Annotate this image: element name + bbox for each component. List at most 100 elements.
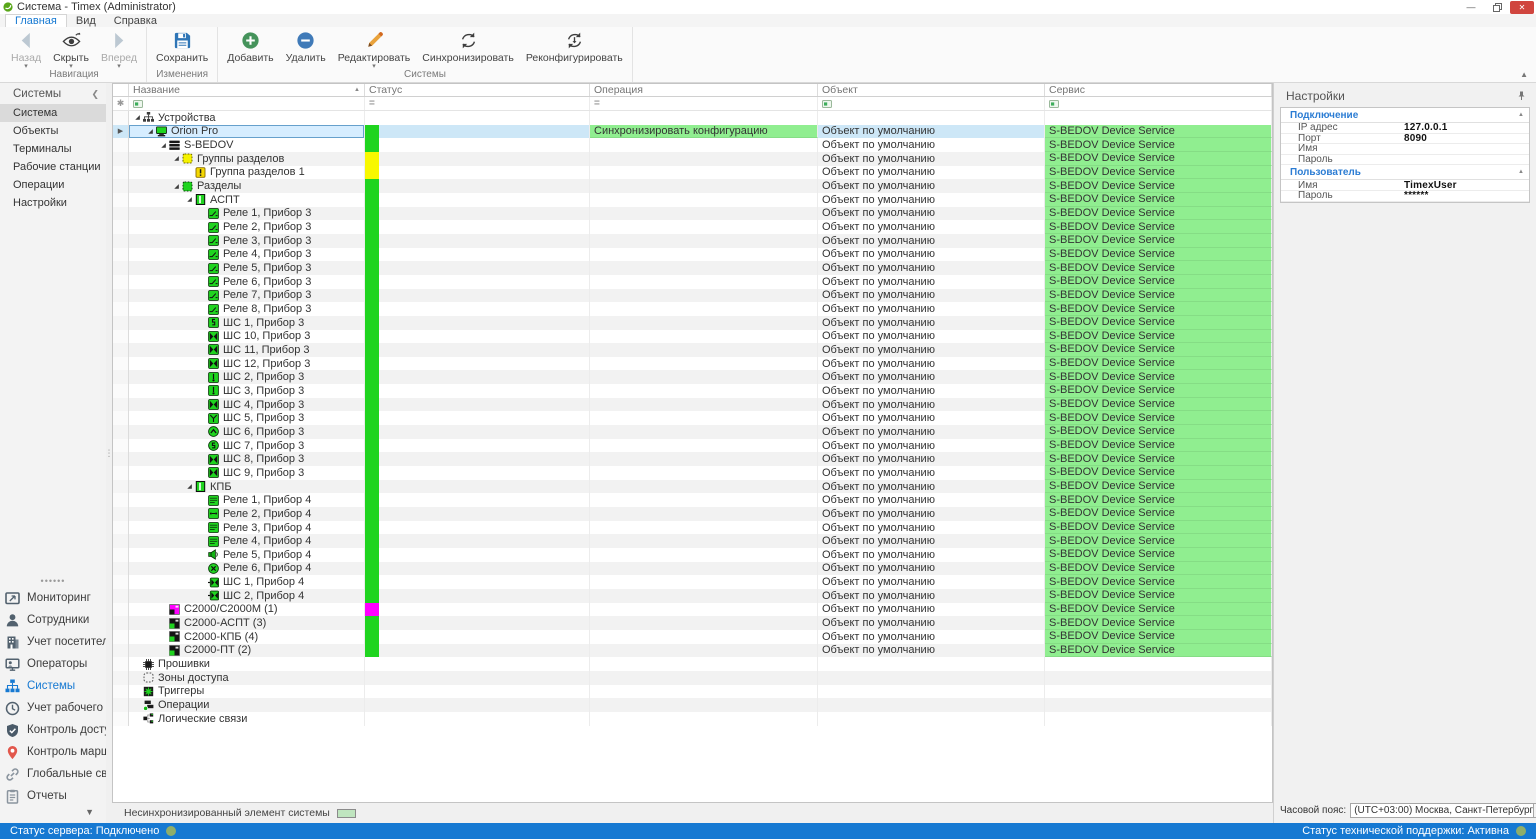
table-row[interactable]: ◢Группы разделовОбъект по умолчаниюS-BED… [113,152,1272,166]
back-button[interactable]: Назад▾ [5,27,47,69]
column-header[interactable]: Название▲ [129,84,365,96]
table-row[interactable]: Реле 3, Прибор 3Объект по умолчаниюS-BED… [113,234,1272,248]
expander-icon[interactable]: ◢ [184,483,195,490]
nav-item-reports[interactable]: Отчеты [0,785,106,807]
table-row[interactable]: ◢РазделыОбъект по умолчаниюS-BEDOV Devic… [113,179,1272,193]
add-button[interactable]: Добавить [221,27,279,64]
table-row[interactable]: ◢КПБОбъект по умолчаниюS-BEDOV Device Se… [113,480,1272,494]
table-row[interactable]: Реле 5, Прибор 4Объект по умолчаниюS-BED… [113,548,1272,562]
table-row[interactable]: ШС 11, Прибор 3Объект по умолчаниюS-BEDO… [113,343,1272,357]
table-row[interactable]: ▶◢Orion ProСинхронизировать конфигурацию… [113,125,1272,139]
filter-cell[interactable]: = [590,97,818,110]
table-row[interactable]: Реле 5, Прибор 3Объект по умолчаниюS-BED… [113,261,1272,275]
table-row[interactable]: Реле 4, Прибор 3Объект по умолчаниюS-BED… [113,248,1272,262]
column-header[interactable]: Статус [365,84,590,96]
expander-icon[interactable]: ◢ [158,142,169,149]
table-row[interactable]: С2000/С2000М (1)Объект по умолчаниюS-BED… [113,603,1272,617]
table-row[interactable]: Реле 2, Прибор 4Объект по умолчаниюS-BED… [113,507,1272,521]
table-row[interactable]: С2000-ПТ (2)Объект по умолчаниюS-BEDOV D… [113,644,1272,658]
sidebar-item[interactable]: Объекты [0,122,106,140]
table-row[interactable]: Зоны доступа [113,671,1272,685]
table-row[interactable]: ШС 6, Прибор 3Объект по умолчаниюS-BEDOV… [113,425,1272,439]
field-value[interactable]: 127.0.0.1 [1401,122,1529,133]
table-row[interactable]: ШС 9, Прибор 3Объект по умолчаниюS-BEDOV… [113,466,1272,480]
filter-cell[interactable] [818,97,1045,110]
ribbon-tab[interactable]: Главная [5,14,67,27]
table-row[interactable]: Операции [113,698,1272,712]
table-row[interactable]: ШС 7, Прибор 3Объект по умолчаниюS-BEDOV… [113,439,1272,453]
sidebar-item[interactable]: Операции [0,176,106,194]
nav-overflow-chevron[interactable]: ▼ [0,807,106,823]
nav-item-systems[interactable]: Системы [0,675,106,697]
table-row[interactable]: С2000-АСПТ (3)Объект по умолчаниюS-BEDOV… [113,616,1272,630]
table-row[interactable]: ШС 2, Прибор 3Объект по умолчаниюS-BEDOV… [113,370,1272,384]
expander-icon[interactable]: ◢ [184,196,195,203]
collapse-ribbon-icon[interactable]: ▲ [1520,70,1528,79]
nav-item-links[interactable]: Глобальные связи [0,763,106,785]
table-row[interactable]: ШС 5, Прибор 3Объект по умолчаниюS-BEDOV… [113,411,1272,425]
field-value[interactable]: TimexUser [1401,180,1529,191]
table-row[interactable]: ШС 2, Прибор 4Объект по умолчаниюS-BEDOV… [113,589,1272,603]
sidebar-item[interactable]: Настройки [0,194,106,212]
nav-item-operators[interactable]: Операторы [0,653,106,675]
filter-cell[interactable]: = [365,97,590,110]
field-value[interactable]: ****** [1401,190,1529,201]
ribbon-tab[interactable]: Вид [67,14,105,27]
nav-item-monitoring[interactable]: Мониторинг [0,587,106,609]
table-row[interactable]: С2000-КПБ (4)Объект по умолчаниюS-BEDOV … [113,630,1272,644]
collapse-section-icon[interactable]: ▲ [1518,169,1524,175]
nav-drag-handle[interactable]: •••••• [0,577,106,587]
table-row[interactable]: ШС 3, Прибор 3Объект по умолчаниюS-BEDOV… [113,384,1272,398]
nav-item-visitors[interactable]: Учет посетителей [0,631,106,653]
table-row[interactable]: Реле 2, Прибор 3Объект по умолчаниюS-BED… [113,220,1272,234]
table-row[interactable]: Триггеры [113,685,1272,699]
sidebar-item[interactable]: Система [0,104,106,122]
nav-item-time[interactable]: Учет рабочего времени [0,697,106,719]
minimize-button[interactable]: — [1458,1,1484,14]
reconfigure-button[interactable]: Реконфигурировать [520,27,629,64]
table-row[interactable]: ШС 4, Прибор 3Объект по умолчаниюS-BEDOV… [113,398,1272,412]
close-button[interactable]: ✕ [1510,1,1534,14]
ribbon-tab[interactable]: Справка [105,14,166,27]
table-row[interactable]: Реле 8, Прибор 3Объект по умолчаниюS-BED… [113,302,1272,316]
table-row[interactable]: Реле 6, Прибор 3Объект по умолчаниюS-BED… [113,275,1272,289]
forward-button[interactable]: Вперед▾ [95,27,143,69]
sidebar-item[interactable]: Терминалы [0,140,106,158]
remove-button[interactable]: Удалить [280,27,332,64]
sidebar-collapse-icon[interactable]: ❮ [91,89,99,100]
table-row[interactable]: Реле 7, Прибор 3Объект по умолчаниюS-BED… [113,289,1272,303]
expander-icon[interactable]: ◢ [171,183,182,190]
save-button[interactable]: Сохранить [150,27,214,64]
pin-icon[interactable] [1517,91,1526,101]
table-row[interactable]: ШС 8, Прибор 3Объект по умолчаниюS-BEDOV… [113,452,1272,466]
nav-item-access[interactable]: Контроль доступа [0,719,106,741]
table-row[interactable]: ШС 10, Прибор 3Объект по умолчаниюS-BEDO… [113,330,1272,344]
column-header[interactable]: Операция [590,84,818,96]
filter-cell[interactable] [129,97,365,110]
column-header[interactable]: Сервис [1045,84,1272,96]
table-row[interactable]: ◢АСПТОбъект по умолчаниюS-BEDOV Device S… [113,193,1272,207]
filter-cell[interactable] [1045,97,1272,110]
collapse-section-icon[interactable]: ▲ [1518,112,1524,118]
table-row[interactable]: Прошивки [113,657,1272,671]
table-row[interactable]: Логические связи [113,712,1272,726]
edit-button[interactable]: Редактировать▾ [332,27,417,69]
field-value[interactable]: 8090 [1401,133,1529,144]
maximize-button[interactable] [1484,1,1510,14]
expander-icon[interactable]: ◢ [171,155,182,162]
nav-item-routes[interactable]: Контроль маршрутов [0,741,106,763]
table-row[interactable]: Реле 1, Прибор 4Объект по умолчаниюS-BED… [113,493,1272,507]
table-row[interactable]: Реле 3, Прибор 4Объект по умолчаниюS-BED… [113,521,1272,535]
table-row[interactable]: Реле 4, Прибор 4Объект по умолчаниюS-BED… [113,534,1272,548]
hide-button[interactable]: Скрыть▾ [47,27,95,69]
table-row[interactable]: Реле 1, Прибор 3Объект по умолчаниюS-BED… [113,207,1272,221]
nav-item-employees[interactable]: Сотрудники [0,609,106,631]
table-row[interactable]: ШС 12, Прибор 3Объект по умолчаниюS-BEDO… [113,357,1272,371]
expander-icon[interactable]: ◢ [145,128,156,135]
table-row[interactable]: ◢S-BEDOVОбъект по умолчаниюS-BEDOV Devic… [113,138,1272,152]
section-header[interactable]: Пользователь▲ [1281,165,1529,180]
table-row[interactable]: ◢Устройства [113,111,1272,125]
table-row[interactable]: ШС 1, Прибор 4Объект по умолчаниюS-BEDOV… [113,575,1272,589]
table-row[interactable]: ШС 1, Прибор 3Объект по умолчаниюS-BEDOV… [113,316,1272,330]
table-row[interactable]: Группа разделов 1Объект по умолчаниюS-BE… [113,166,1272,180]
